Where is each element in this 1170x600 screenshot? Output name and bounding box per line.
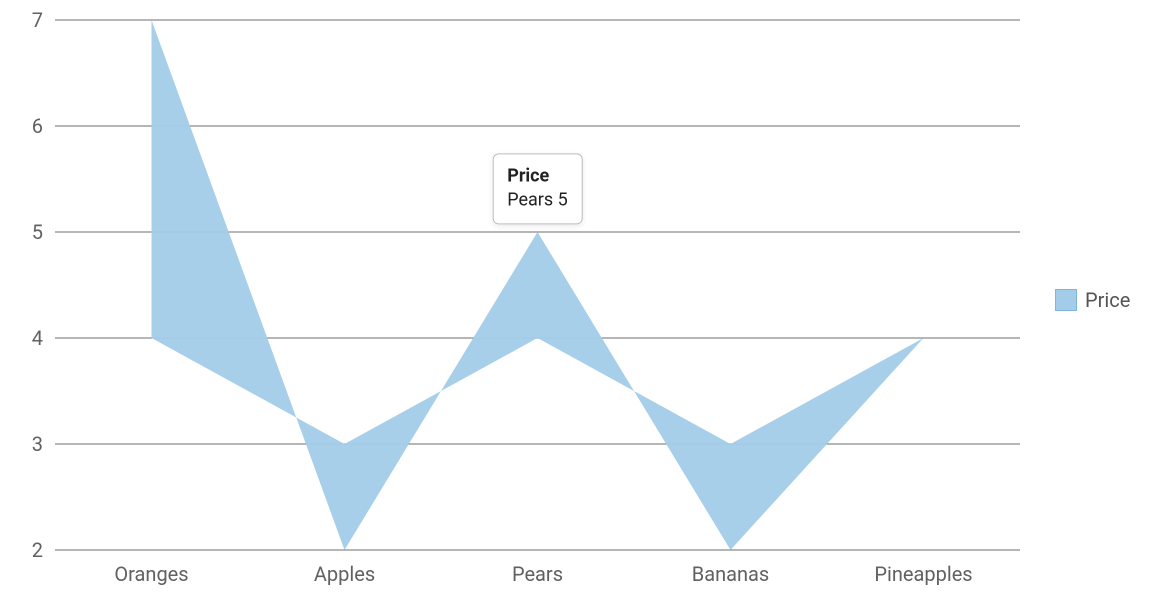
tooltip-body: Pears 5 — [507, 189, 568, 213]
tooltip-title: Price — [507, 164, 568, 188]
tooltip-value: 5 — [558, 190, 568, 211]
y-tick-label: 7 — [32, 8, 43, 32]
x-tick-label: Bananas — [692, 562, 770, 586]
legend-swatch — [1055, 289, 1077, 311]
y-tick-label: 4 — [32, 326, 43, 350]
legend: Price — [1055, 0, 1130, 600]
plot-area[interactable]: 234567OrangesApplesPearsBananasPineapple… — [55, 20, 1020, 550]
y-tick-label: 5 — [32, 220, 43, 244]
area-series-price[interactable] — [152, 20, 924, 550]
x-tick-label: Apples — [314, 562, 375, 586]
tooltip-category: Pears — [507, 190, 553, 211]
plot-svg — [55, 20, 1020, 550]
legend-label: Price — [1085, 288, 1130, 312]
tooltip: Price Pears 5 — [492, 153, 583, 224]
legend-item-price[interactable]: Price — [1055, 288, 1130, 312]
x-tick-label: Pears — [512, 562, 563, 586]
y-tick-label: 2 — [32, 538, 43, 562]
area-chart: 2 3 4 5 6 7 Oranges Apples Pears Bananas Pineapple… — [0, 0, 1170, 600]
y-tick-label: 6 — [32, 114, 43, 138]
x-tick-label: Oranges — [114, 562, 188, 586]
x-tick-label: Pineapples — [874, 562, 972, 586]
y-tick-label: 3 — [32, 432, 43, 456]
